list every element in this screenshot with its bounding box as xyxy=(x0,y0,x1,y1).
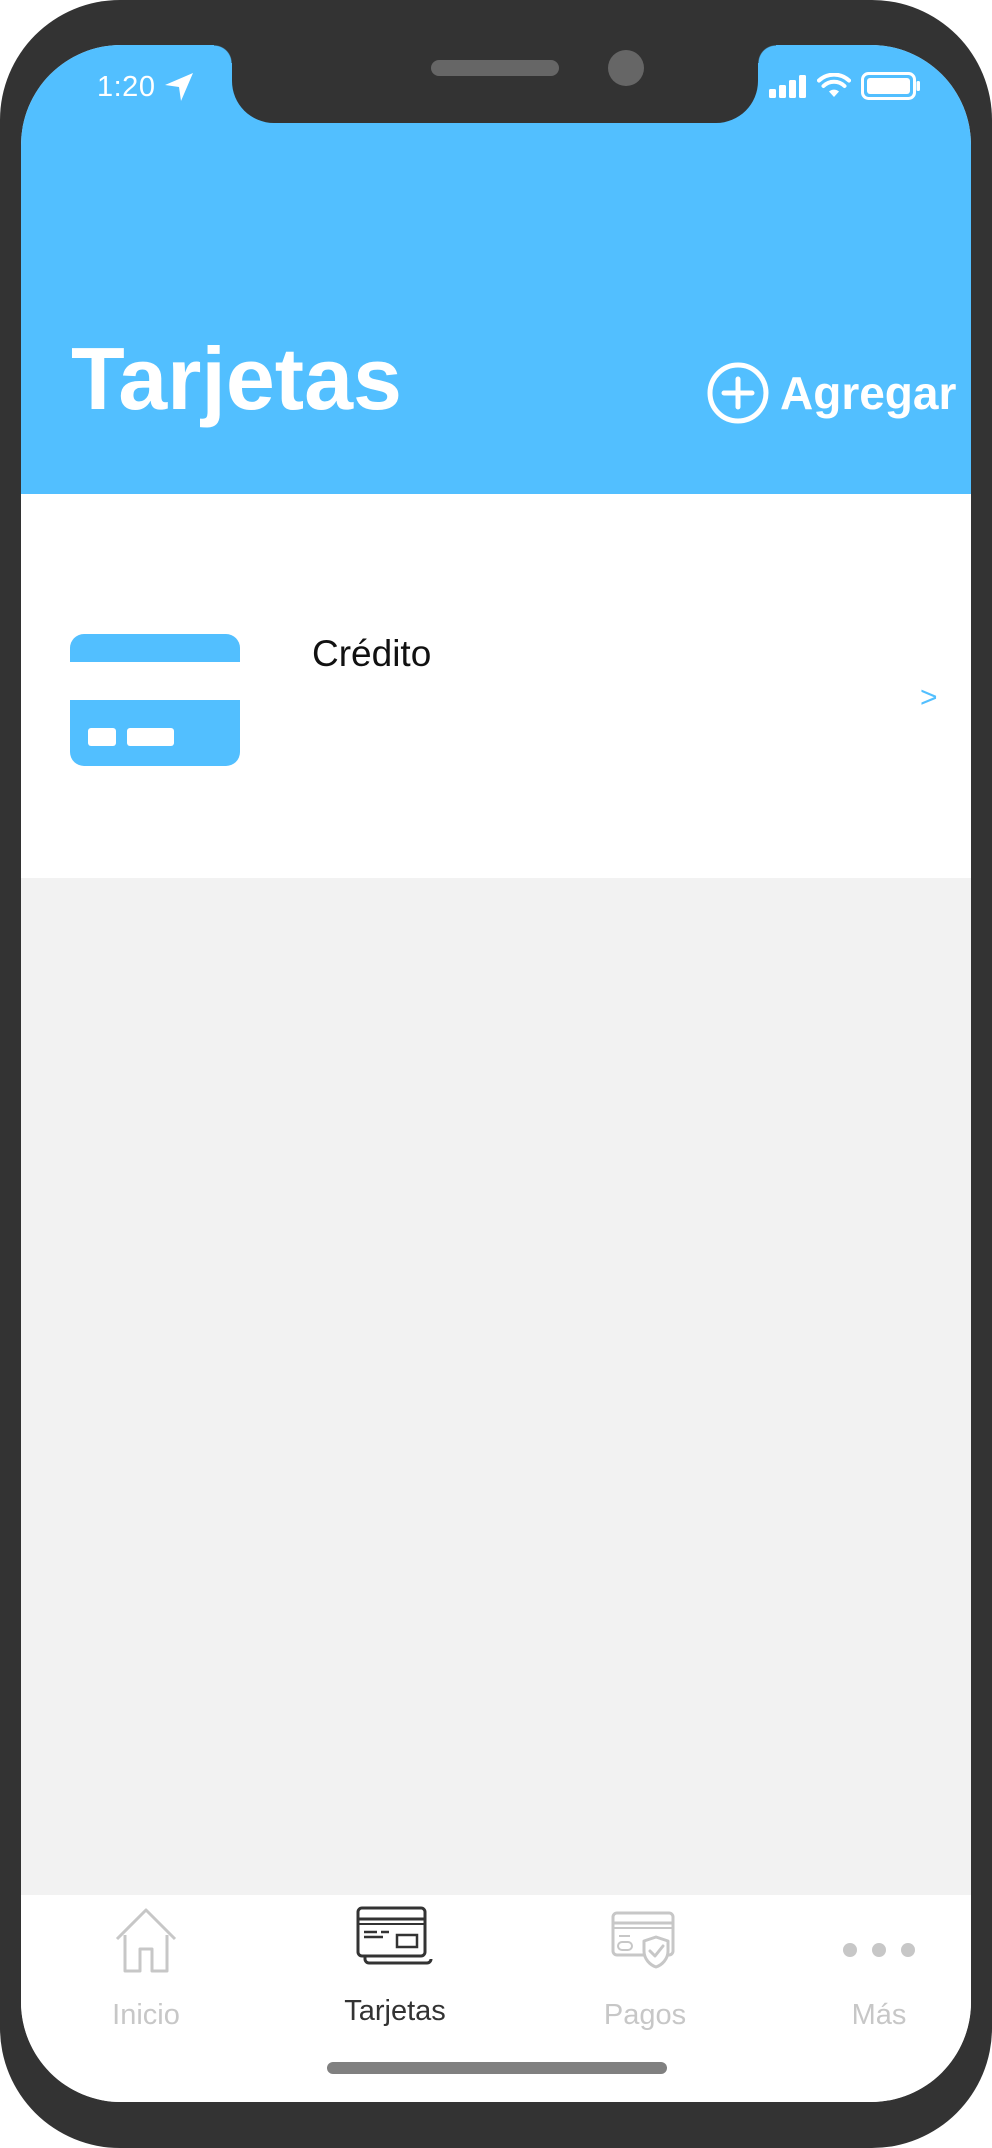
tab-pagos[interactable]: Pagos xyxy=(535,1895,755,2045)
tab-label-pagos: Pagos xyxy=(603,1999,687,2031)
tab-tarjetas[interactable]: Tarjetas xyxy=(285,1895,505,2045)
home-indicator[interactable] xyxy=(327,2062,667,2074)
payments-shield-icon xyxy=(611,1911,675,1969)
more-dots-icon xyxy=(843,1943,915,1957)
tab-inicio[interactable]: Inicio xyxy=(36,1895,256,2045)
tab-mas[interactable]: Más xyxy=(769,1895,971,2045)
camera xyxy=(608,50,644,86)
card-row-credit[interactable]: Crédito > xyxy=(21,494,971,878)
status-icons xyxy=(769,71,921,101)
speaker xyxy=(431,60,559,76)
tab-label-tarjetas: Tarjetas xyxy=(344,1995,446,2027)
status-time: 1:20 xyxy=(97,71,156,103)
header: 1:20 Tarjetas Agregar xyxy=(21,45,971,494)
device-frame: 1:20 Tarjetas Agregar Crédito > Inicio T… xyxy=(0,0,992,2148)
battery-icon xyxy=(861,72,920,100)
cards-icon xyxy=(356,1906,433,1965)
add-card-label: Agregar xyxy=(780,367,957,419)
notch xyxy=(214,45,776,123)
card-list: Crédito > xyxy=(21,494,971,878)
tab-bar: Inicio Tarjetas Pagos Más xyxy=(21,1895,971,2102)
card-label: Crédito xyxy=(312,633,432,674)
credit-card-icon xyxy=(70,634,240,766)
tab-label-inicio: Inicio xyxy=(112,1999,180,2031)
wifi-icon xyxy=(817,73,851,97)
page-title: Tarjetas xyxy=(71,329,402,428)
add-circle-icon xyxy=(707,362,769,424)
add-card-button[interactable]: Agregar xyxy=(706,361,956,425)
screen: 1:20 Tarjetas Agregar Crédito > Inicio T… xyxy=(21,45,971,2102)
tab-label-mas: Más xyxy=(851,1999,907,2031)
location-arrow-icon xyxy=(165,73,193,101)
signal-icon xyxy=(769,75,806,98)
home-icon xyxy=(115,1908,177,1973)
chevron-right-icon: > xyxy=(920,681,938,714)
